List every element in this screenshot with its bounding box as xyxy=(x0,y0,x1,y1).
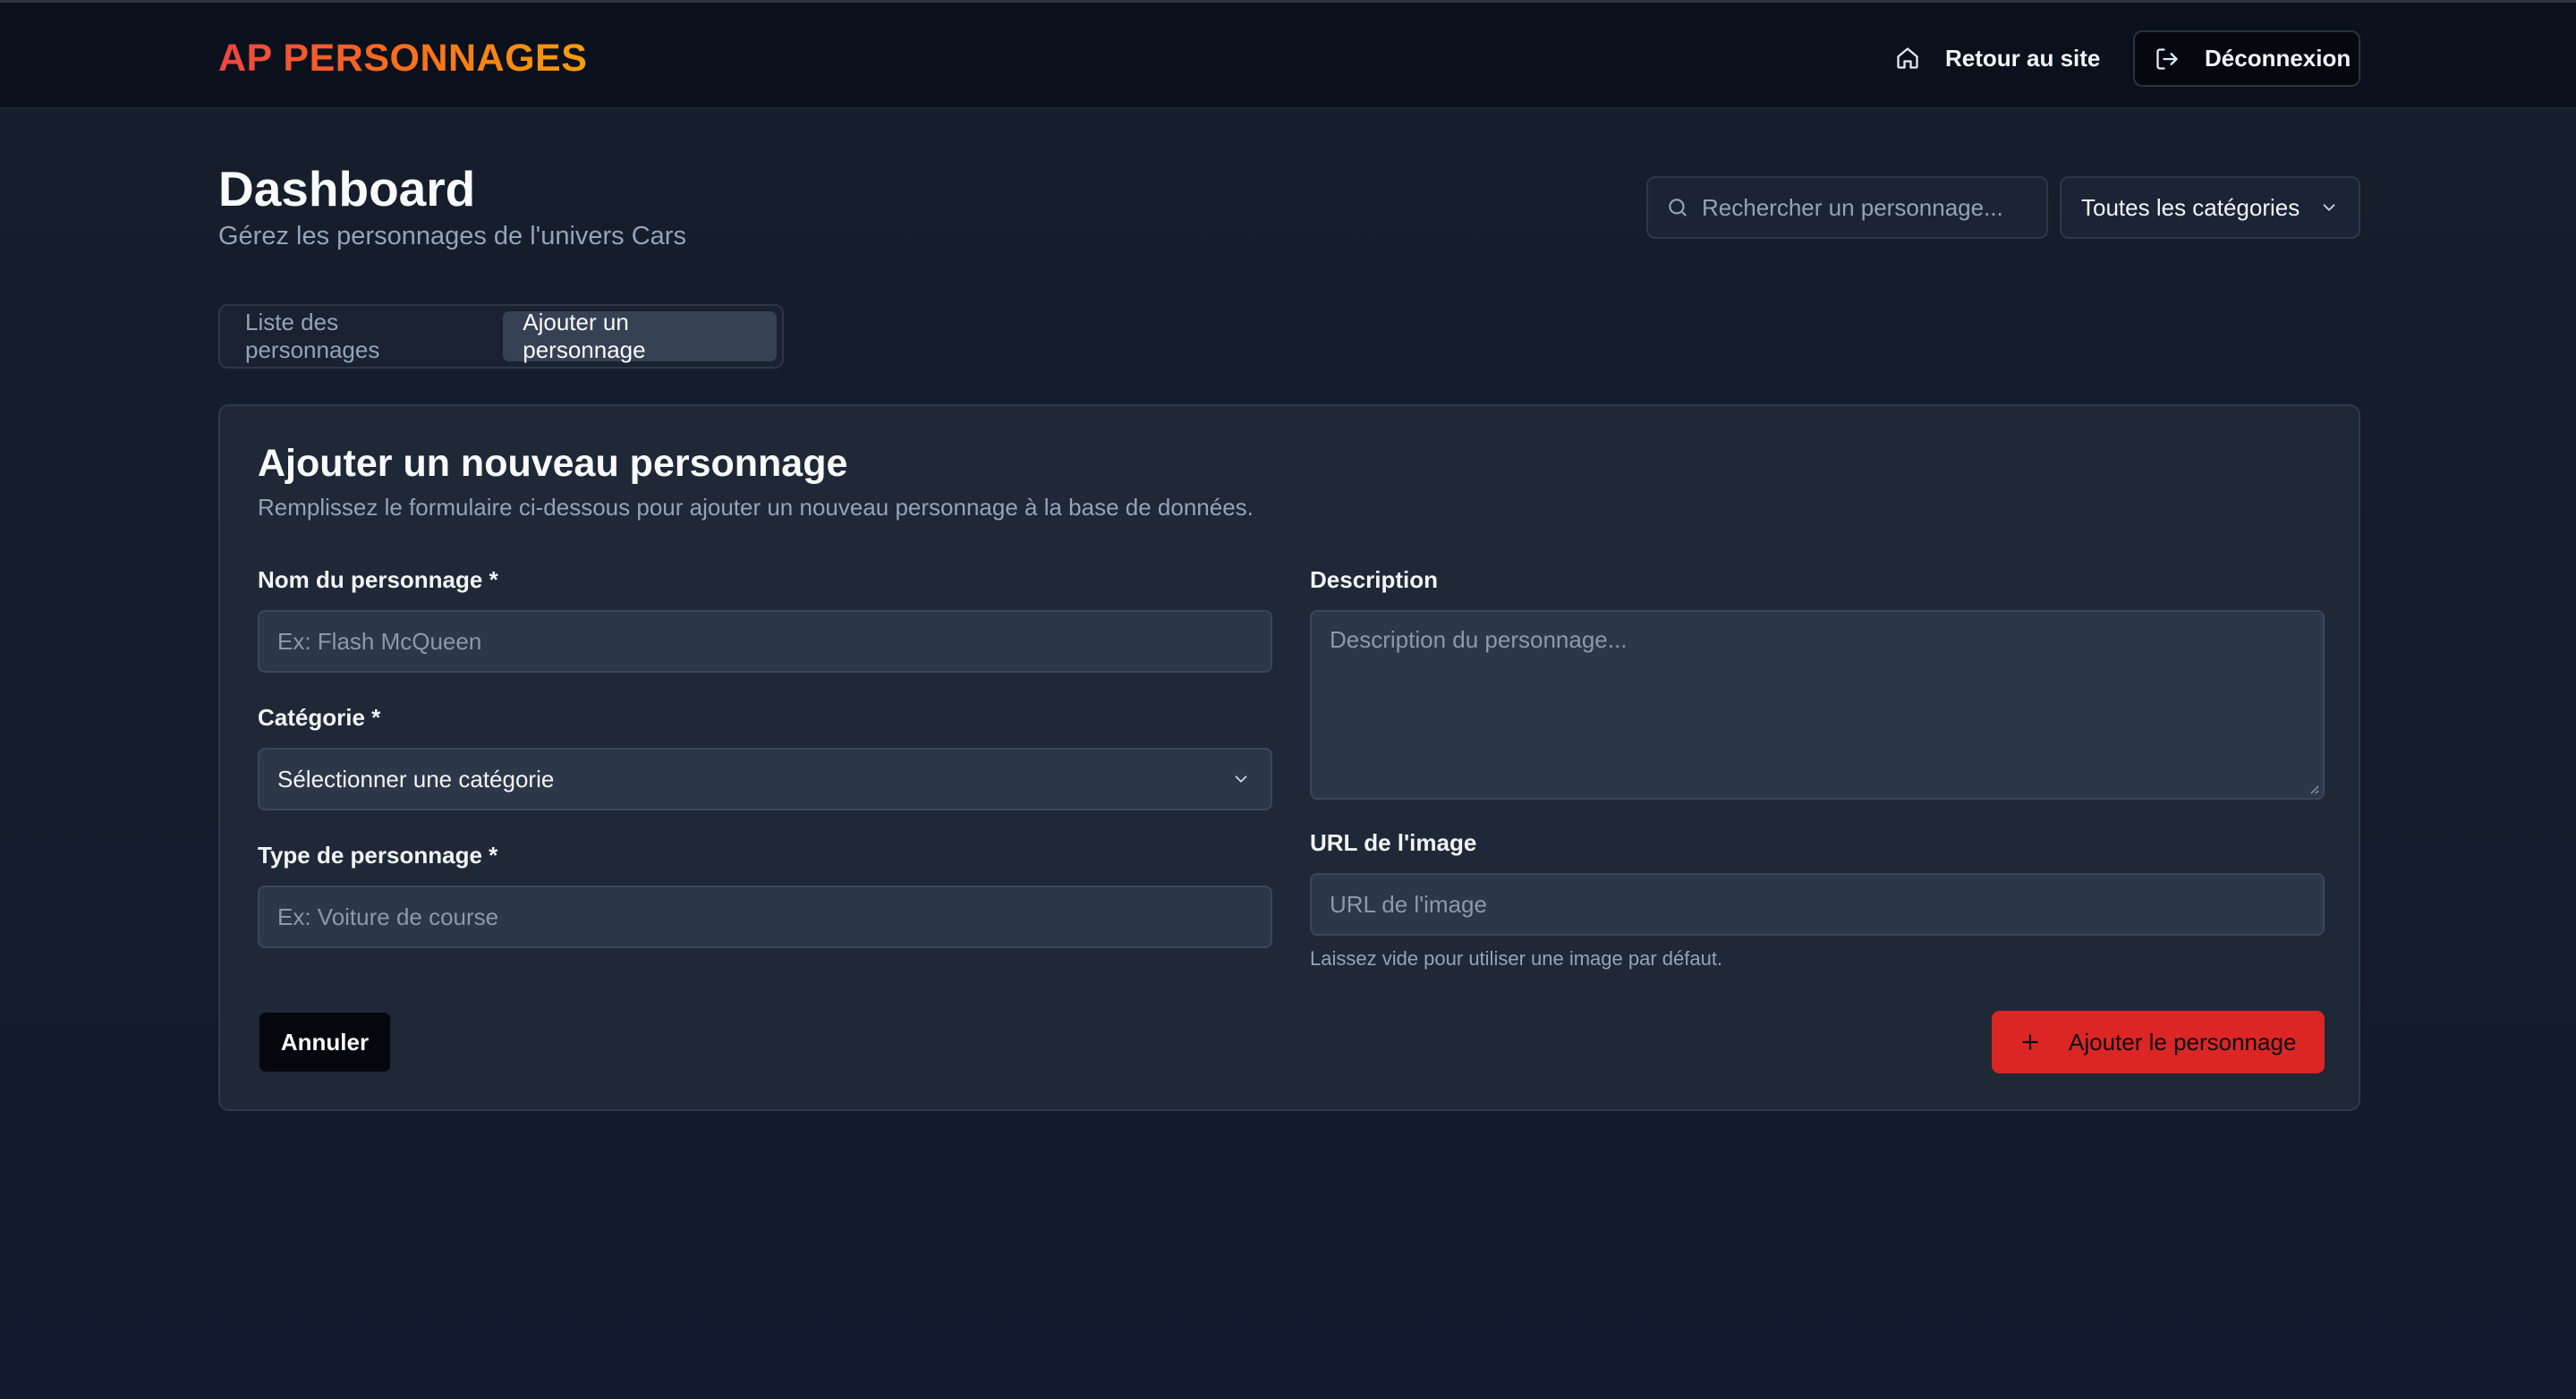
image-url-input[interactable] xyxy=(1330,890,2323,919)
category-select[interactable]: Sélectionner une catégorie xyxy=(258,748,1272,810)
name-input[interactable] xyxy=(277,627,1271,656)
chevron-down-icon xyxy=(2319,198,2339,217)
description-field[interactable] xyxy=(1310,610,2325,800)
add-character-card: Ajouter un nouveau personnage Remplissez… xyxy=(218,404,2360,1111)
tab-bar: Liste des personnages Ajouter un personn… xyxy=(218,304,784,369)
type-label: Type de personnage * xyxy=(258,842,498,869)
back-to-site-label: Retour au site xyxy=(1945,44,2101,72)
image-url-hint: Laissez vide pour utiliser une image par… xyxy=(1310,947,1723,970)
type-field[interactable] xyxy=(258,886,1272,948)
search-icon xyxy=(1666,196,1689,219)
image-url-field[interactable] xyxy=(1310,873,2325,936)
page-subtitle: Gérez les personnages de l'univers Cars xyxy=(218,222,686,250)
type-input[interactable] xyxy=(277,903,1271,931)
plus-icon xyxy=(2019,1030,2042,1054)
cancel-button[interactable]: Annuler xyxy=(258,1011,392,1073)
category-filter-value: Toutes les catégories xyxy=(2081,193,2300,221)
logout-button[interactable]: Déconnexion xyxy=(2133,30,2360,87)
name-label: Nom du personnage * xyxy=(258,566,498,593)
page-title: Dashboard xyxy=(218,161,476,216)
form-title: Ajouter un nouveau personnage xyxy=(258,442,848,485)
resize-grip-icon[interactable] xyxy=(2307,782,2319,794)
logout-label: Déconnexion xyxy=(2205,45,2351,72)
search-input[interactable] xyxy=(1702,193,2046,222)
form-description: Remplissez le formulaire ci-dessous pour… xyxy=(258,494,1254,521)
add-character-label: Ajouter le personnage xyxy=(2069,1028,2297,1056)
chevron-down-icon xyxy=(1231,769,1251,789)
category-select-value: Sélectionner une catégorie xyxy=(277,765,555,793)
description-label: Description xyxy=(1310,566,1439,593)
app-logo[interactable]: AP PERSONNAGES xyxy=(218,35,587,81)
search-box[interactable] xyxy=(1646,176,2048,239)
home-icon xyxy=(1895,46,1920,71)
app-header: AP PERSONNAGES Retour au site Déconnexio… xyxy=(0,3,2576,109)
back-to-site-button[interactable]: Retour au site xyxy=(1883,31,2113,85)
add-character-button[interactable]: Ajouter le personnage xyxy=(1992,1011,2325,1073)
image-url-label: URL de l'image xyxy=(1310,829,1477,856)
category-filter-select[interactable]: Toutes les catégories xyxy=(2060,176,2360,239)
logout-icon xyxy=(2155,47,2180,72)
tab-character-list[interactable]: Liste des personnages xyxy=(225,309,497,363)
tab-add-character[interactable]: Ajouter un personnage xyxy=(503,309,777,363)
name-field[interactable] xyxy=(258,610,1272,673)
description-textarea[interactable] xyxy=(1330,626,2305,784)
category-label: Catégorie * xyxy=(258,704,381,731)
